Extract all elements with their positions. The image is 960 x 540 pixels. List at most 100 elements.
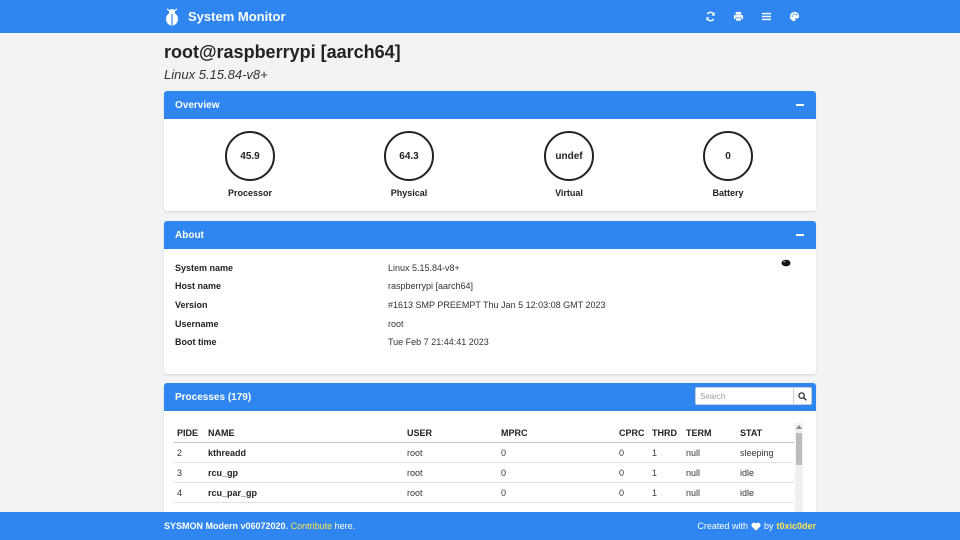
- cell-stat: sleeping: [740, 448, 774, 458]
- menu-icon: [761, 12, 771, 21]
- gauge-circle: 45.9: [225, 131, 275, 181]
- mouse-cursor-icon: [781, 259, 791, 267]
- gauge-row: 45.9 Processor 64.3 Physical undef Virtu…: [164, 119, 816, 211]
- overview-title: Overview: [175, 99, 220, 111]
- cell-cprc: 0: [619, 448, 625, 458]
- col-header-cprc[interactable]: CPRC: [619, 428, 645, 438]
- print-button[interactable]: [724, 0, 752, 33]
- overview-collapse-button[interactable]: [794, 98, 806, 112]
- footer-right: Created with by t0xic0der: [697, 521, 816, 531]
- footer-left: SYSMON Modern v06072020. Contribute here…: [164, 521, 355, 531]
- about-key: Username: [175, 319, 219, 329]
- toolbar: [696, 0, 808, 33]
- scroll-up-arrow-icon[interactable]: [796, 425, 802, 429]
- gauge-label: Virtual: [555, 188, 583, 198]
- theme-button[interactable]: [780, 0, 808, 33]
- cell-name: rcu_par_gp: [208, 488, 258, 498]
- process-table: PIDE NAME USER MPRC CPRC THRD TERM STAT …: [174, 423, 794, 503]
- cell-mprc: 0: [501, 448, 507, 458]
- cell-name: rcu_gp: [208, 468, 239, 478]
- gauge-circle: undef: [544, 131, 594, 181]
- footer-app-name: SYSMON Modern v06072020.: [164, 521, 289, 531]
- minus-icon: [796, 104, 804, 106]
- col-header-mprc[interactable]: MPRC: [501, 428, 528, 438]
- about-row-boot-time: Boot time Tue Feb 7 21:44:41 2023: [175, 337, 489, 351]
- created-with-text: Created with: [697, 521, 748, 531]
- print-icon: [733, 11, 743, 22]
- overview-card: Overview 45.9 Processor 64.3 Physical un…: [164, 91, 816, 211]
- by-text: by: [763, 521, 774, 531]
- about-collapse-button[interactable]: [794, 228, 806, 242]
- about-value: root: [388, 319, 404, 329]
- bug-icon: [166, 8, 178, 25]
- palette-icon: [789, 11, 799, 22]
- about-value: raspberrypi [aarch64]: [388, 281, 474, 291]
- battery-gauge: 0 Battery: [678, 131, 778, 198]
- cell-pid: 3: [177, 468, 183, 478]
- cell-term: null: [686, 488, 701, 498]
- gauge-label: Battery: [712, 188, 744, 198]
- cell-thrd: 1: [652, 468, 658, 478]
- gauge-circle: 64.3: [384, 131, 434, 181]
- scroll-thumb[interactable]: [796, 433, 802, 465]
- col-header-name[interactable]: NAME: [208, 428, 235, 438]
- cell-stat: idle: [740, 488, 755, 498]
- process-search: [695, 387, 812, 405]
- about-row-version: Version #1613 SMP PREEMPT Thu Jan 5 12:0…: [175, 300, 605, 314]
- app-title: System Monitor: [188, 9, 286, 24]
- about-row-username: Username root: [175, 319, 404, 333]
- processes-title: Processes (179): [175, 391, 252, 403]
- about-header: About: [164, 221, 816, 249]
- about-row-system-name: System name Linux 5.15.84-v8+: [175, 263, 460, 277]
- overview-header: Overview: [164, 91, 816, 119]
- minus-icon: [796, 234, 804, 236]
- host-title: root@raspberrypi [aarch64]: [164, 42, 401, 62]
- physical-gauge: 64.3 Physical: [359, 131, 459, 198]
- cell-name: kthreadd: [208, 448, 247, 458]
- col-header-thrd[interactable]: THRD: [652, 428, 677, 438]
- cell-pid: 2: [177, 448, 183, 458]
- table-row[interactable]: 2 kthreadd root 0 0 1 null sleeping: [174, 443, 794, 463]
- cell-cprc: 0: [619, 468, 625, 478]
- refresh-button[interactable]: [696, 0, 724, 33]
- about-value: #1613 SMP PREEMPT Thu Jan 5 12:03:08 GMT…: [388, 300, 606, 310]
- cell-stat: idle: [740, 468, 755, 478]
- search-input[interactable]: [695, 387, 794, 405]
- about-value: Tue Feb 7 21:44:41 2023: [388, 337, 489, 347]
- contribute-link[interactable]: Contribute: [291, 521, 333, 531]
- brand[interactable]: System Monitor: [164, 8, 286, 26]
- about-body: System name Linux 5.15.84-v8+ Host name …: [164, 249, 816, 374]
- refresh-icon: [705, 11, 715, 22]
- virtual-gauge: undef Virtual: [519, 131, 619, 198]
- cell-mprc: 0: [501, 488, 507, 498]
- about-key: System name: [175, 263, 234, 273]
- process-scrollbar[interactable]: [795, 423, 803, 523]
- cell-user: root: [407, 488, 423, 498]
- col-header-stat[interactable]: STAT: [740, 428, 762, 438]
- about-card: About System name Linux 5.15.84-v8+ Host…: [164, 221, 816, 374]
- search-button[interactable]: [794, 387, 812, 405]
- navbar: System Monitor: [0, 0, 960, 33]
- cell-mprc: 0: [501, 468, 507, 478]
- cell-thrd: 1: [652, 488, 658, 498]
- cell-cprc: 0: [619, 488, 625, 498]
- gauge-label: Physical: [390, 188, 428, 198]
- author-link[interactable]: t0xic0der: [776, 521, 816, 531]
- processes-header: Processes (179): [164, 383, 816, 411]
- table-header: PIDE NAME USER MPRC CPRC THRD TERM STAT: [174, 423, 794, 443]
- footer-here: here.: [332, 521, 356, 531]
- col-header-term[interactable]: TERM: [686, 428, 712, 438]
- cell-user: root: [407, 448, 423, 458]
- about-key: Host name: [175, 281, 222, 291]
- table-row[interactable]: 4 rcu_par_gp root 0 0 1 null idle: [174, 483, 794, 503]
- table-row[interactable]: 3 rcu_gp root 0 0 1 null idle: [174, 463, 794, 483]
- col-header-pid[interactable]: PIDE: [177, 428, 198, 438]
- footer: SYSMON Modern v06072020. Contribute here…: [0, 512, 960, 540]
- col-header-user[interactable]: USER: [407, 428, 432, 438]
- menu-button[interactable]: [752, 0, 780, 33]
- gauge-circle: 0: [703, 131, 753, 181]
- cell-term: null: [686, 468, 701, 478]
- about-key: Boot time: [175, 337, 217, 347]
- about-key: Version: [175, 300, 208, 310]
- gauge-label: Processor: [227, 188, 273, 198]
